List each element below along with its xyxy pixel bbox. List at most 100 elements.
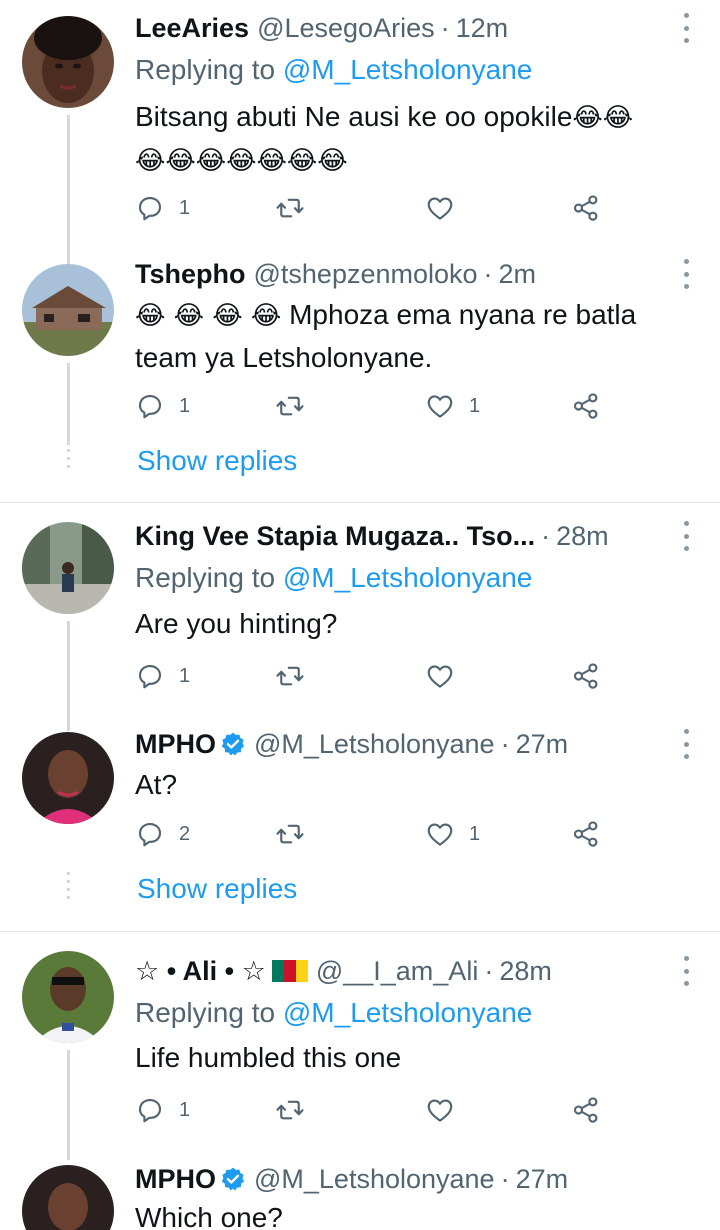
display-name[interactable]: MPHO: [135, 1159, 216, 1199]
separator: ·: [483, 259, 493, 289]
reply-count: 1: [179, 196, 191, 219]
share-icon: [571, 193, 601, 223]
tweet[interactable]: Tshepho @tshepzenmoloko · 2m 😂 😂 😂 😂 Mph…: [0, 250, 720, 500]
thread-line: [67, 115, 70, 265]
tweet-text: Which one?: [135, 1202, 283, 1230]
retweet-button[interactable]: [275, 816, 305, 852]
tweet-actions: 2 1: [135, 816, 605, 852]
more-vertical-icon[interactable]: [680, 13, 692, 43]
heart-icon: [425, 391, 455, 421]
reply-button[interactable]: 2: [135, 816, 190, 852]
avatar[interactable]: [22, 1165, 114, 1230]
timestamp[interactable]: 28m: [556, 516, 609, 556]
retweet-icon: [275, 1095, 305, 1125]
like-button[interactable]: 1: [425, 816, 480, 852]
like-button[interactable]: 1: [425, 388, 480, 424]
tweet[interactable]: MPHO @M_Letsholonyane · 27m At? 2 1 Show…: [0, 726, 720, 931]
show-replies-link[interactable]: Show replies: [137, 441, 297, 481]
replying-to-label: Replying to: [135, 54, 276, 85]
tweet[interactable]: King Vee Stapia Mugaza.. Tso... · 28m Re…: [0, 508, 720, 731]
avatar[interactable]: [22, 522, 114, 614]
share-icon: [571, 819, 601, 849]
retweet-button[interactable]: [275, 658, 305, 694]
tweet-text: Bitsang abuti Ne ausi ke oo opokile😂😂 😂😂…: [135, 96, 680, 182]
timestamp[interactable]: 28m: [499, 951, 552, 991]
reply-icon: [135, 391, 165, 421]
heart-icon: [425, 661, 455, 691]
avatar[interactable]: [22, 951, 114, 1043]
replying-to-label: Replying to: [135, 562, 276, 593]
thread-line: [67, 621, 70, 731]
share-button[interactable]: [571, 816, 601, 852]
more-vertical-icon[interactable]: [680, 729, 692, 759]
user-handle[interactable]: @tshepzenmoloko: [254, 254, 478, 294]
reply-button[interactable]: 1: [135, 388, 190, 424]
like-count: 1: [469, 822, 481, 845]
tweet-actions: 1 1: [135, 388, 605, 424]
timestamp[interactable]: 27m: [516, 1159, 569, 1199]
like-button[interactable]: [425, 1092, 455, 1128]
tweet-actions: 1: [135, 190, 605, 226]
display-name[interactable]: MPHO: [135, 724, 216, 764]
user-handle[interactable]: @LesegoAries: [257, 8, 435, 48]
display-name[interactable]: King Vee Stapia Mugaza.. Tso...: [135, 516, 535, 556]
cameroon-flag-icon: [271, 960, 308, 982]
more-vertical-icon[interactable]: [680, 521, 692, 551]
more-vertical-icon[interactable]: [680, 956, 692, 986]
retweet-icon: [275, 819, 305, 849]
reply-icon: [135, 819, 165, 849]
share-button[interactable]: [571, 388, 601, 424]
tweet-header: King Vee Stapia Mugaza.. Tso... · 28m: [135, 516, 660, 556]
thread-dots: [67, 872, 70, 900]
heart-icon: [425, 1095, 455, 1125]
share-icon: [571, 661, 601, 691]
tweet-text: Life humbled this one: [135, 1042, 402, 1073]
reply-count: 2: [179, 822, 191, 845]
tweet-actions: 1: [135, 658, 605, 694]
retweet-icon: [275, 193, 305, 223]
mention-link[interactable]: @M_Letsholonyane: [283, 562, 532, 593]
like-button[interactable]: [425, 190, 455, 226]
tweet[interactable]: MPHO @M_Letsholonyane · 27m Which one?: [0, 1157, 720, 1230]
tweet[interactable]: ☆ • Ali • ☆ @__I_am_Ali · 28m Replying t…: [0, 937, 720, 1160]
reply-button[interactable]: 1: [135, 1092, 190, 1128]
reply-icon: [135, 661, 165, 691]
reply-icon: [135, 1095, 165, 1125]
timestamp[interactable]: 2m: [499, 254, 537, 294]
timestamp[interactable]: 12m: [456, 8, 509, 48]
thread-dots: [67, 449, 70, 469]
display-name[interactable]: LeeAries: [135, 8, 249, 48]
avatar[interactable]: [22, 732, 114, 824]
reply-button[interactable]: 1: [135, 658, 190, 694]
user-handle[interactable]: @M_Letsholonyane: [254, 1159, 495, 1199]
retweet-button[interactable]: [275, 388, 305, 424]
share-button[interactable]: [571, 1092, 601, 1128]
tweet-header: LeeAries @LesegoAries · 12m: [135, 8, 660, 48]
display-name[interactable]: Tshepho: [135, 254, 246, 294]
avatar[interactable]: [22, 16, 114, 108]
share-button[interactable]: [571, 190, 601, 226]
heart-icon: [425, 193, 455, 223]
reply-button[interactable]: 1: [135, 190, 190, 226]
tweet-header: MPHO @M_Letsholonyane · 27m: [135, 724, 660, 764]
avatar[interactable]: [22, 264, 114, 356]
tweet[interactable]: LeeAries @LesegoAries · 12m Replying to …: [0, 0, 720, 265]
retweet-button[interactable]: [275, 190, 305, 226]
separator: ·: [500, 729, 510, 759]
divider: [0, 502, 720, 503]
mention-link[interactable]: @M_Letsholonyane: [283, 997, 532, 1028]
like-button[interactable]: [425, 658, 455, 694]
share-button[interactable]: [571, 658, 601, 694]
share-icon: [571, 1095, 601, 1125]
retweet-button[interactable]: [275, 1092, 305, 1128]
user-handle[interactable]: @__I_am_Ali: [316, 951, 479, 991]
more-vertical-icon[interactable]: [680, 259, 692, 289]
display-name[interactable]: ☆ • Ali • ☆: [135, 951, 266, 991]
show-replies-link[interactable]: Show replies: [137, 869, 297, 909]
mention-link[interactable]: @M_Letsholonyane: [283, 54, 532, 85]
tweet-text: At?: [135, 769, 178, 800]
emoji: 😂 😂 😂 😂: [135, 301, 282, 331]
replying-to-label: Replying to: [135, 997, 276, 1028]
timestamp[interactable]: 27m: [516, 724, 569, 764]
user-handle[interactable]: @M_Letsholonyane: [254, 724, 495, 764]
